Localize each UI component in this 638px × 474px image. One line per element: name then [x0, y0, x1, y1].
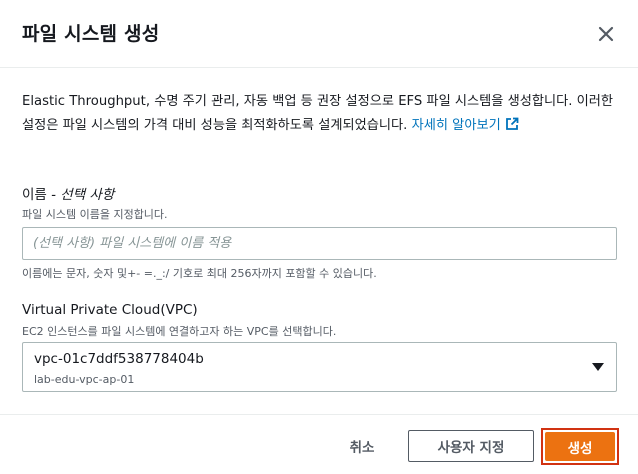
learn-more-link[interactable]: 자세히 알아보기: [411, 117, 519, 133]
description-text: Elastic Throughput, 수명 주기 관리, 자동 백업 등 권장…: [22, 94, 614, 133]
customize-button[interactable]: 사용자 지정: [408, 430, 534, 462]
name-field-description: 파일 시스템 이름을 지정합니다.: [22, 208, 168, 221]
file-system-name-input[interactable]: [22, 227, 617, 260]
vpc-selected-name: lab-edu-vpc-ap-01: [34, 373, 135, 386]
vpc-select[interactable]: vpc-01c7ddf538778404b lab-edu-vpc-ap-01: [22, 342, 617, 392]
modal-header: 파일 시스템 생성: [0, 0, 638, 68]
caret-down-icon: [592, 363, 604, 371]
modal-title: 파일 시스템 생성: [22, 23, 160, 45]
create-button-highlight: 생성: [541, 428, 619, 465]
learn-more-label: 자세히 알아보기: [411, 118, 501, 133]
external-link-icon: [505, 117, 519, 130]
create-button[interactable]: 생성: [545, 432, 615, 461]
vpc-field-description: EC2 인스턴스를 파일 시스템에 연결하고자 하는 VPC를 선택합니다.: [22, 325, 337, 338]
modal-description: Elastic Throughput, 수명 주기 관리, 자동 백업 등 권장…: [22, 90, 618, 138]
close-icon: [598, 26, 614, 42]
name-label-optional: - 선택 사항: [46, 187, 115, 203]
vpc-selected-id: vpc-01c7ddf538778404b: [34, 351, 204, 367]
cancel-button[interactable]: 취소: [340, 434, 384, 458]
vpc-field-label: Virtual Private Cloud(VPC): [22, 302, 198, 318]
name-label-text: 이름: [22, 187, 47, 203]
name-field-constraint: 이름에는 문자, 숫자 및+- =._:/ 기호로 최대 256자까지 포함할 …: [22, 267, 377, 280]
name-field-label: 이름 - 선택 사항: [22, 183, 114, 203]
close-button[interactable]: [592, 20, 620, 48]
